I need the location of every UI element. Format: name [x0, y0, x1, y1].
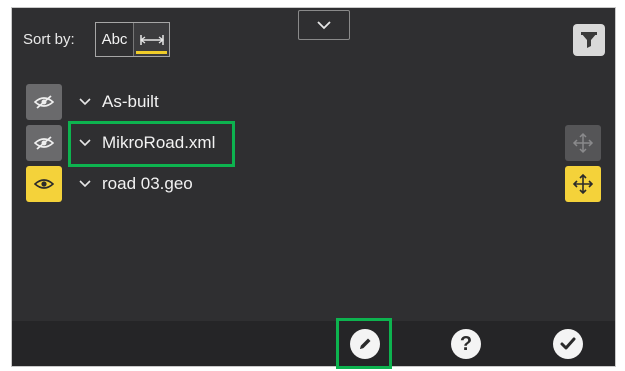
layer-name[interactable]: road 03.geo	[102, 174, 193, 194]
move-layer-button[interactable]	[565, 125, 601, 161]
move-layer-button[interactable]	[565, 166, 601, 202]
edit-button[interactable]	[350, 329, 380, 359]
visibility-toggle-button[interactable]	[26, 166, 62, 202]
question-mark-icon: ?	[459, 333, 473, 355]
move-arrows-icon	[572, 173, 594, 195]
chevron-down-icon[interactable]	[78, 177, 92, 191]
visibility-toggle-button[interactable]	[26, 125, 62, 161]
collapse-panel-button[interactable]	[298, 10, 350, 40]
layer-row: road 03.geo	[12, 166, 615, 202]
help-button[interactable]: ?	[451, 329, 481, 359]
layer-row: As-built	[12, 84, 615, 120]
confirm-button[interactable]	[553, 329, 583, 359]
eye-icon	[34, 179, 54, 189]
checkmark-icon	[560, 337, 576, 350]
chevron-down-icon[interactable]	[78, 136, 92, 150]
chevron-down-icon	[317, 21, 331, 30]
horizontal-measure-icon	[139, 34, 164, 45]
visibility-toggle-button[interactable]	[26, 84, 62, 120]
sort-distance-button[interactable]	[134, 23, 169, 56]
eye-slash-icon	[34, 95, 54, 109]
filter-button[interactable]	[573, 24, 605, 56]
layer-name[interactable]: MikroRoad.xml	[102, 133, 215, 153]
pencil-icon	[360, 338, 371, 349]
bottom-toolbar: ?	[12, 318, 615, 369]
layer-manager-panel: Sort by: Abc As-built MikroRoad.xml road…	[12, 8, 615, 369]
sort-by-label: Sort by:	[23, 31, 75, 48]
layer-name[interactable]: As-built	[102, 92, 159, 112]
move-arrows-icon	[572, 132, 594, 154]
layer-row: MikroRoad.xml	[12, 125, 615, 161]
funnel-icon	[581, 32, 597, 48]
chevron-down-icon[interactable]	[78, 95, 92, 109]
sort-toggle-group: Abc	[95, 22, 170, 57]
eye-slash-icon	[34, 136, 54, 150]
sort-alphabetical-button[interactable]: Abc	[96, 23, 134, 56]
